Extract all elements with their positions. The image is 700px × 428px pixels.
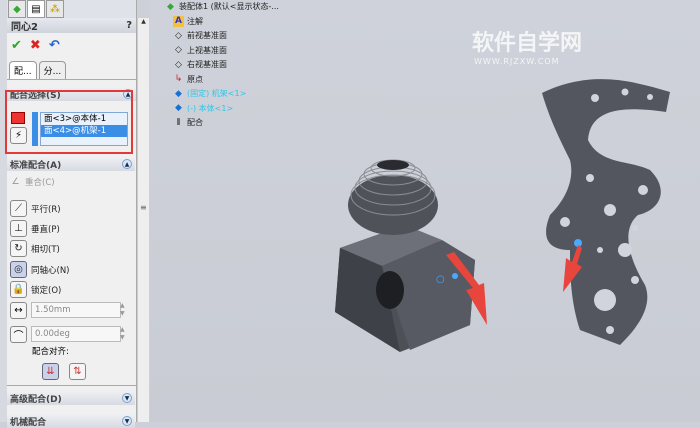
assembly-icon: ◆ bbox=[167, 1, 174, 12]
mate-perpendicular[interactable]: ⊥ 垂直(P) bbox=[10, 220, 60, 237]
help-icon[interactable]: ? bbox=[126, 20, 132, 31]
part-icon: ◆ bbox=[175, 103, 182, 114]
selection-item[interactable]: 面<3>@本体-1 bbox=[41, 113, 127, 125]
configuration-manager-tab[interactable]: ⁂ bbox=[46, 0, 64, 18]
distance-input[interactable]: 1.50mm bbox=[31, 302, 121, 318]
mate-tangent[interactable]: ↻ 相切(T) bbox=[10, 240, 60, 257]
mate-entities-icon bbox=[11, 112, 25, 124]
collapse-icon[interactable]: ▲ bbox=[122, 159, 132, 169]
angle-input[interactable]: 0.00deg bbox=[31, 326, 121, 342]
tree-item[interactable]: ⫴ 配合 bbox=[165, 116, 279, 131]
anti-aligned-button[interactable]: ⇅ bbox=[69, 363, 86, 380]
tree-item[interactable]: ↳ 原点 bbox=[165, 73, 279, 88]
tree-item[interactable]: ◇ 右视基准面 bbox=[165, 58, 279, 73]
concentric-icon: ◎ bbox=[10, 261, 27, 278]
scroll-up-icon[interactable]: ▲ bbox=[138, 18, 149, 25]
selection-bar bbox=[32, 112, 38, 146]
selection-list[interactable]: 面<3>@本体-1 面<4>@机架-1 bbox=[40, 112, 128, 146]
mechanical-mates-header[interactable]: 机械配合 ▼ bbox=[7, 414, 135, 428]
property-manager-tab[interactable]: ▤ bbox=[27, 0, 45, 18]
tab-analysis[interactable]: 分... bbox=[38, 61, 67, 79]
expand-icon[interactable]: ▼ bbox=[122, 393, 132, 403]
tree-root[interactable]: ◆ 装配体1 (默认<显示状态-... bbox=[165, 0, 279, 15]
lock-icon: 🔒 bbox=[10, 281, 27, 298]
panel-scrollbar[interactable]: ▲ ≡ bbox=[137, 18, 149, 422]
perpendicular-icon: ⊥ bbox=[10, 220, 27, 237]
mate-concentric[interactable]: ◎ 同轴心(N) bbox=[10, 261, 70, 278]
distance-spinner[interactable]: ▲ ▼ bbox=[120, 302, 125, 318]
svg-text:○: ○ bbox=[436, 274, 445, 285]
distance-icon: ↔ bbox=[10, 302, 27, 319]
manager-tabs: ◆ ▤ ⁂ bbox=[7, 0, 136, 18]
expand-icon[interactable]: ▼ bbox=[122, 416, 132, 426]
mate-lock[interactable]: 🔒 锁定(O) bbox=[10, 281, 61, 298]
mate-coincident[interactable]: ∠ 重合(C) bbox=[10, 176, 54, 189]
tree-item[interactable]: ◇ 前视基准面 bbox=[165, 29, 279, 44]
mates-icon: ⫴ bbox=[176, 117, 181, 128]
tree-item[interactable]: ◆ (-) 本体<1> bbox=[165, 102, 279, 117]
plane-icon: ◇ bbox=[175, 45, 182, 56]
advanced-mates-header[interactable]: 高级配合(D) ▼ bbox=[7, 391, 135, 405]
watermark-title: 软件自学网 bbox=[472, 30, 582, 56]
panel-title-bar: 同心2? bbox=[7, 18, 136, 33]
part-icon: ◆ bbox=[175, 88, 182, 99]
angle-icon: ⌒ bbox=[10, 326, 27, 343]
angle-spinner[interactable]: ▲ ▼ bbox=[120, 326, 125, 342]
feature-manager-tab[interactable]: ◆ bbox=[8, 0, 26, 18]
tree-item[interactable]: ◇ 上视基准面 bbox=[165, 44, 279, 59]
parallel-icon: ⟋ bbox=[10, 200, 27, 217]
aligned-button[interactable]: ⇊ bbox=[42, 363, 59, 380]
left-strip bbox=[0, 0, 7, 422]
cancel-button[interactable]: ✖ bbox=[30, 38, 41, 53]
panel-title: 同心2 bbox=[11, 22, 38, 33]
plane-icon: ◇ bbox=[175, 59, 182, 70]
tangent-icon: ↻ bbox=[10, 240, 27, 257]
tree-item[interactable]: ◆ (固定) 机架<1> bbox=[165, 87, 279, 102]
mate-parallel[interactable]: ⟋ 平行(R) bbox=[10, 200, 61, 217]
tab-mates[interactable]: 配... bbox=[9, 61, 37, 79]
pin-icon[interactable]: ⚡ bbox=[10, 127, 27, 144]
ok-button[interactable]: ✔ bbox=[11, 38, 22, 53]
watermark-url: WWW.RJZXW.COM bbox=[474, 57, 560, 66]
plane-icon: ◇ bbox=[175, 30, 182, 41]
splitter-handle[interactable]: ≡ bbox=[140, 203, 147, 212]
origin-icon: ↳ bbox=[174, 74, 183, 85]
undo-button[interactable]: ↶ bbox=[49, 38, 60, 53]
selection-item[interactable]: 面<4>@机架-1 bbox=[41, 125, 127, 137]
standard-mates-header[interactable]: 标准配合(A) ▲ bbox=[7, 157, 135, 171]
frame-part bbox=[542, 79, 670, 345]
annotation-icon: A bbox=[173, 16, 184, 28]
tree-item[interactable]: A 注解 bbox=[165, 15, 279, 30]
coincident-icon: ∠ bbox=[11, 176, 20, 187]
feature-tree: ◆ 装配体1 (默认<显示状态-... A 注解 ◇ 前视基准面 ◇ 上视基准面 ◇ 右视… bbox=[165, 0, 279, 131]
alignment-label: 配合对齐: bbox=[32, 347, 69, 357]
